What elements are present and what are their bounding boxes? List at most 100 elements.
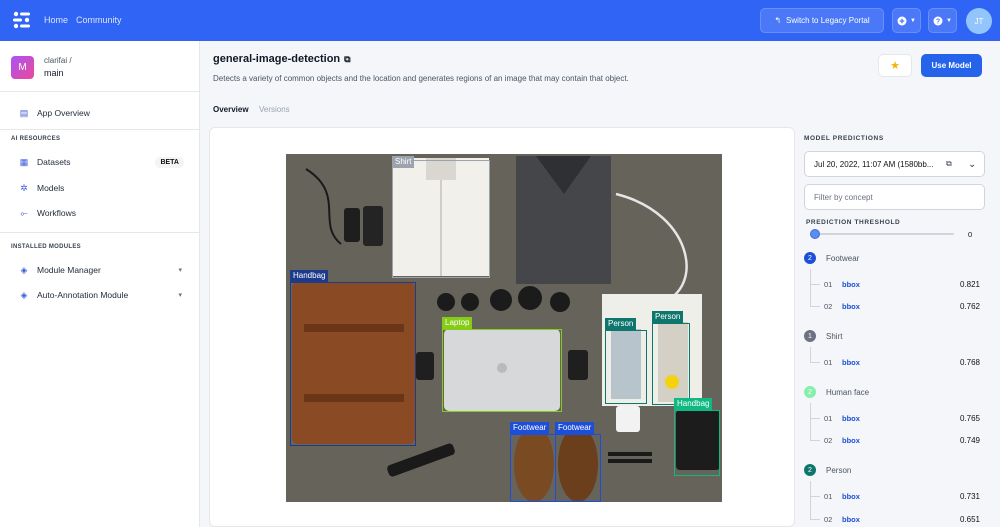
sidebar-item-module-manager[interactable]: ◈ Module Manager ▾ <box>19 262 184 278</box>
detection-label: Footwear <box>555 422 595 434</box>
chevron-down-icon: ⌄ <box>968 158 977 170</box>
concept-count-badge: 2 <box>804 464 816 476</box>
concept-group-shirt[interactable]: 1 Shirt <box>804 329 842 343</box>
prediction-index: 01 <box>824 358 833 367</box>
prediction-row[interactable]: 02 bbox 0.651 <box>810 492 980 526</box>
prediction-score: 0.651 <box>959 515 980 524</box>
prediction-row[interactable]: 02 bbox 0.762 <box>810 279 980 313</box>
concept-group-human-face[interactable]: 2 Human face <box>804 385 869 399</box>
sidebar-item-models[interactable]: ✲ Models <box>19 180 184 196</box>
prediction-score: 0.731 <box>959 492 980 501</box>
nav-community-link[interactable]: Community <box>76 15 122 25</box>
user-avatar[interactable]: JT <box>966 8 992 34</box>
help-menu-button[interactable]: ? ▼ <box>928 8 957 33</box>
sidebar-item-label: Workflows <box>37 208 77 218</box>
chevron-down-icon: ▾ <box>178 267 182 274</box>
app-avatar[interactable]: M <box>11 56 34 79</box>
prediction-row[interactable]: 02 bbox 0.749 <box>810 413 980 447</box>
prediction-index: 02 <box>824 302 833 311</box>
prediction-score: 0.749 <box>959 436 980 445</box>
sidebar-divider <box>0 91 199 92</box>
beta-badge: BETA <box>155 156 184 168</box>
detection-label: Handbag <box>290 270 329 282</box>
threshold-slider-handle[interactable] <box>810 229 820 239</box>
detection-box-shirt[interactable]: Shirt <box>392 156 490 278</box>
copy-icon[interactable]: ⧉ <box>946 159 952 169</box>
prediction-index: 02 <box>824 515 833 524</box>
prediction-type: bbox <box>842 492 860 501</box>
svg-text:?: ? <box>936 18 940 25</box>
star-icon: ★ <box>890 60 900 72</box>
prediction-row[interactable]: 01 bbox 0.768 <box>810 347 980 369</box>
detection-label: Person <box>652 311 684 323</box>
concept-name: Footwear <box>826 253 860 263</box>
threshold-slider-track[interactable] <box>811 233 954 235</box>
concept-name: Human face <box>826 387 870 397</box>
copy-icon[interactable]: ⧉ <box>344 54 350 65</box>
detection-box-handbag[interactable]: Handbag <box>674 398 720 476</box>
models-icon: ✲ <box>20 182 28 193</box>
prediction-row[interactable]: 01 bbox 0.765 <box>810 403 980 425</box>
nav-home-link[interactable]: Home <box>44 15 68 25</box>
switch-legacy-portal-button[interactable]: ↰ Switch to Legacy Portal <box>760 8 884 33</box>
tree-connector <box>810 492 820 520</box>
undo-arrow-icon: ↰ <box>774 16 782 25</box>
detection-box-handbag[interactable]: Handbag <box>290 270 416 446</box>
sidebar: M clarifai / main ▤ App Overview AI RESO… <box>0 41 200 527</box>
prediction-index: 02 <box>824 436 833 445</box>
detection-label: Person <box>605 318 637 330</box>
prediction-type: bbox <box>842 436 860 445</box>
filter-concept-input[interactable] <box>804 184 985 210</box>
auto-annotation-icon: ◈ <box>20 289 28 300</box>
detection-box-person[interactable]: Person <box>605 318 647 404</box>
image-card: Shirt Handbag Laptop Person Person Handb… <box>209 127 795 527</box>
sidebar-item-label: Datasets <box>37 157 71 167</box>
prediction-score: 0.768 <box>959 358 980 367</box>
datasets-icon: ▦ <box>19 156 29 167</box>
prediction-type: bbox <box>842 302 860 311</box>
star-button[interactable]: ★ <box>878 54 912 77</box>
concept-count-badge: 2 <box>804 386 816 398</box>
prediction-row[interactable]: 01 bbox 0.731 <box>810 481 980 503</box>
detection-box-laptop[interactable]: Laptop <box>442 317 562 412</box>
sidebar-item-datasets[interactable]: ▦ Datasets BETA <box>19 154 184 170</box>
caret-down-icon: ▼ <box>910 17 916 24</box>
model-title-text: general-image-detection <box>213 53 341 65</box>
concept-count-badge: 2 <box>804 252 816 264</box>
detection-label: Laptop <box>442 317 473 329</box>
tree-connector <box>810 279 820 307</box>
tree-connector <box>810 413 820 441</box>
sidebar-item-label: Auto-Annotation Module <box>37 290 129 300</box>
app-name[interactable]: main <box>44 68 64 78</box>
add-menu-button[interactable]: ▼ <box>892 8 921 33</box>
sidebar-item-workflows[interactable]: ⟜ Workflows <box>19 205 184 221</box>
page-title: general-image-detection ⧉ <box>213 53 351 65</box>
prediction-index: 01 <box>824 492 833 501</box>
org-name[interactable]: clarifai / <box>44 56 72 65</box>
concept-group-person[interactable]: 2 Person <box>804 463 851 477</box>
detection-box-person[interactable]: Person <box>652 311 690 405</box>
question-circle-icon: ? <box>933 16 943 25</box>
sidebar-item-label: Module Manager <box>37 265 101 275</box>
sidebar-item-auto-annotation[interactable]: ◈ Auto-Annotation Module ▾ <box>19 287 184 303</box>
detection-box-footwear[interactable]: Footwear <box>510 422 556 502</box>
concept-count-badge: 1 <box>804 330 816 342</box>
installed-modules-heading: INSTALLED MODULES <box>11 244 81 250</box>
detection-label: Footwear <box>510 422 550 434</box>
version-select[interactable]: Jul 20, 2022, 11:07 AM (1580bb... ⧉ ⌄ <box>804 151 985 177</box>
sidebar-item-app-overview[interactable]: ▤ App Overview <box>19 105 184 121</box>
clarifai-logo-icon[interactable] <box>10 8 34 32</box>
legacy-button-label: Switch to Legacy Portal <box>786 16 870 25</box>
concept-group-footwear[interactable]: 2 Footwear <box>804 251 859 265</box>
tab-overview[interactable]: Overview <box>213 105 249 114</box>
sidebar-item-label: Models <box>37 183 65 193</box>
prediction-type: bbox <box>842 280 860 289</box>
detection-box-footwear[interactable]: Footwear <box>555 422 601 502</box>
model-description: Detects a variety of common objects and … <box>213 74 629 83</box>
tab-versions[interactable]: Versions <box>259 105 290 114</box>
prediction-row[interactable]: 01 bbox 0.821 <box>810 269 980 291</box>
sample-image: Shirt Handbag Laptop Person Person Handb… <box>286 154 722 502</box>
use-model-button[interactable]: Use Model <box>921 54 982 77</box>
prediction-score: 0.765 <box>959 414 980 423</box>
chevron-down-icon: ▾ <box>178 292 182 299</box>
